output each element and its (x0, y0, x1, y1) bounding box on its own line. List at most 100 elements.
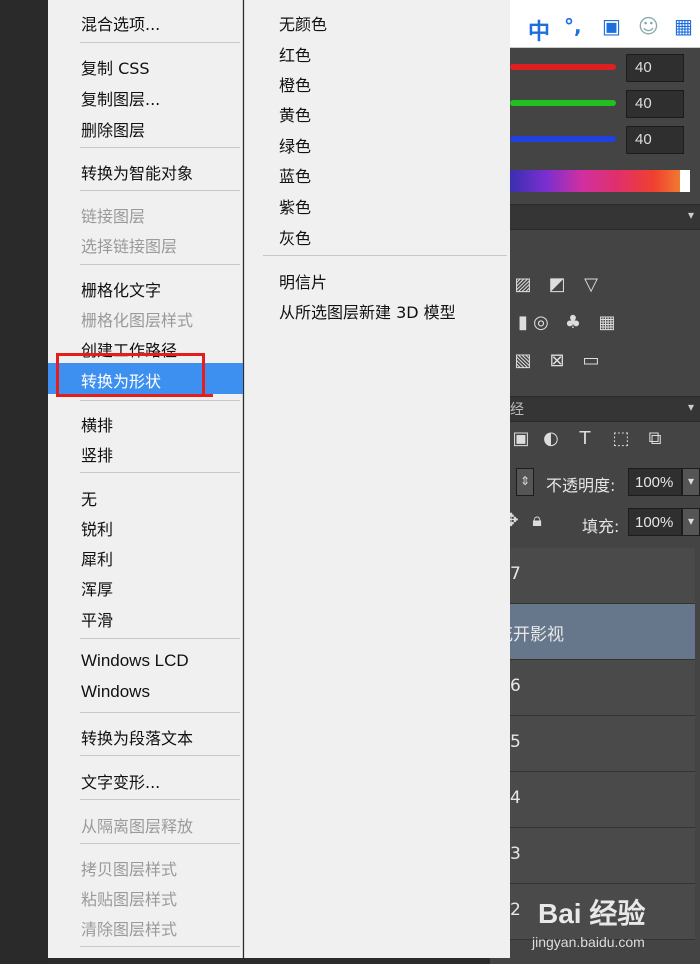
menu-item-horizontal[interactable]: 横排 (48, 407, 243, 437)
blend-mode-dropdown[interactable]: ⇕ (516, 468, 534, 496)
lookup-grid-icon[interactable]: ▦ (596, 312, 618, 334)
green-slider-row: 40 (510, 86, 700, 122)
image-filter-icon[interactable]: ▣ (510, 428, 532, 450)
menu-item-antialias-smooth[interactable]: 平滑 (48, 602, 243, 632)
ime-toolbar: 中 °, ▣ ☺ ▦ (490, 0, 700, 48)
layer-row[interactable]: 6 (490, 660, 695, 716)
opacity-field[interactable]: 100% (628, 468, 682, 496)
menu-item-gray[interactable]: 灰色 (245, 220, 511, 250)
shape-filter-icon[interactable]: ⬚ (610, 428, 632, 450)
menu-separator (80, 799, 240, 800)
menu-item-copy-css[interactable]: 复制 CSS (48, 50, 243, 80)
layer-row[interactable]: 4 (490, 772, 695, 828)
menu-separator (80, 472, 240, 473)
ime-punctuation-indicator[interactable]: °, (564, 14, 582, 38)
fill-label: 填充: (582, 517, 620, 536)
menu-item-convert-paragraph-text[interactable]: 转换为段落文本 (48, 720, 243, 750)
watermark-url: jingyan.baidu.com (532, 934, 645, 950)
threshold-icon[interactable]: ▧ (512, 350, 534, 372)
menu-item-green[interactable]: 绿色 (245, 128, 511, 158)
menu-separator (80, 946, 240, 947)
menu-item-warp-text[interactable]: 文字变形... (48, 764, 243, 794)
menu-separator (263, 255, 507, 256)
color-spectrum-bar[interactable] (510, 170, 690, 192)
menu-separator (80, 147, 240, 148)
annotation-mark (205, 394, 213, 397)
canvas-area (0, 0, 48, 964)
layer-row-selected[interactable]: 花开影视 (490, 604, 695, 660)
menu-item-red[interactable]: 红色 (245, 37, 511, 67)
layer-row[interactable]: 3 (490, 828, 695, 884)
menu-item-violet[interactable]: 紫色 (245, 189, 511, 219)
menu-item-antialias-strong[interactable]: 浑厚 (48, 571, 243, 601)
menu-item-windows[interactable]: Windows (48, 677, 243, 707)
menu-item-postcard[interactable]: 明信片 (245, 264, 511, 294)
menu-item-convert-smart-object[interactable]: 转换为智能对象 (48, 155, 243, 185)
camera-icon[interactable]: ◎ (530, 312, 552, 334)
menu-item-rasterize-type[interactable]: 栅格化文字 (48, 272, 243, 302)
menu-item-blending-options[interactable]: 混合选项... (48, 6, 243, 36)
menu-item-paste-layer-style: 粘贴图层样式 (81, 890, 178, 909)
green-slider[interactable] (510, 100, 616, 106)
layer-name: 4 (510, 788, 521, 808)
menu-item-new-3d-model[interactable]: 从所选图层新建 3D 模型 (245, 294, 511, 324)
selective-color-icon[interactable]: ⊠ (546, 350, 568, 372)
menu-item-orange[interactable]: 橙色 (245, 67, 511, 97)
menu-item-blue[interactable]: 蓝色 (245, 158, 511, 188)
blue-slider[interactable] (510, 136, 616, 142)
menu-item-convert-to-shape[interactable]: 转换为形状 (48, 363, 243, 394)
layer-row[interactable]: 5 (490, 716, 695, 772)
layers-panel-header: 经 ▾ (490, 396, 700, 422)
layer-row[interactable]: 7 (490, 548, 695, 604)
baidu-watermark: Bai 经验 jingyan.baidu.com (530, 886, 690, 956)
green-value-field[interactable]: 40 (626, 90, 684, 118)
menu-separator (80, 190, 240, 191)
triangle-icon[interactable]: ▽ (580, 274, 602, 296)
menu-item-clear-layer-style: 清除图层样式 (81, 920, 178, 939)
red-slider[interactable] (510, 64, 616, 70)
exposure-icon[interactable]: ◩ (546, 274, 568, 296)
menu-item-duplicate-layer[interactable]: 复制图层... (48, 81, 243, 111)
curves-icon[interactable]: ▨ (512, 274, 534, 296)
menu-item-no-color[interactable]: 无颜色 (245, 6, 511, 36)
menu-separator (80, 638, 240, 639)
fill-field[interactable]: 100% (628, 508, 682, 536)
mixer-icon[interactable]: ♣ (562, 312, 584, 334)
opacity-dropdown[interactable]: ▾ (682, 468, 700, 496)
menu-item-antialias-crisp[interactable]: 犀利 (48, 541, 243, 571)
menu-item-yellow[interactable]: 黄色 (245, 97, 511, 127)
adjustment-filter-icon[interactable]: ◐ (540, 428, 562, 450)
menu-item-antialias-none[interactable]: 无 (48, 481, 243, 511)
smart-object-filter-icon[interactable]: ⧉ (644, 428, 666, 450)
menu-separator (80, 42, 240, 43)
ime-language-indicator[interactable]: 中 (528, 14, 550, 46)
type-filter-icon[interactable]: T (574, 428, 596, 450)
blue-value-field[interactable]: 40 (626, 126, 684, 154)
adjustments-panel-header: ▾ (490, 204, 700, 230)
layer-context-menu: 混合选项... 复制 CSS 复制图层... 删除图层 转换为智能对象 链接图层… (48, 0, 243, 958)
menu-separator (80, 755, 240, 756)
fill-dropdown[interactable]: ▾ (682, 508, 700, 536)
panel-tab-fragment: 经 (510, 402, 524, 418)
lock-icon[interactable]: 🔒︎ (526, 510, 548, 532)
layer-name: 6 (510, 676, 521, 696)
layer-name: 5 (510, 732, 521, 752)
menu-item-vertical[interactable]: 竖排 (48, 437, 243, 467)
menu-item-delete-layer[interactable]: 删除图层 (48, 112, 243, 142)
gradient-map-icon[interactable]: ▭ (580, 350, 602, 372)
opacity-label: 不透明度: (546, 476, 616, 495)
panel-menu-icon[interactable]: ▾ (688, 208, 694, 222)
toolbox-icon[interactable]: ▣ (602, 14, 621, 38)
layer-name: 7 (510, 564, 521, 584)
menu-item-antialias-sharp[interactable]: 锐利 (48, 511, 243, 541)
grid-icon[interactable]: ▦ (674, 14, 693, 38)
layer-name: 2 (510, 900, 521, 920)
panel-menu-icon[interactable]: ▾ (688, 400, 694, 414)
red-value-field[interactable]: 40 (626, 54, 684, 82)
menu-item-link-layers: 链接图层 (81, 207, 146, 226)
menu-item-create-work-path[interactable]: 创建工作路径 (48, 332, 243, 362)
menu-item-rasterize-layer-style: 栅格化图层样式 (81, 311, 194, 330)
menu-item-windows-lcd[interactable]: Windows LCD (48, 646, 243, 676)
menu-item-select-linked-layers: 选择链接图层 (81, 237, 178, 256)
user-icon[interactable]: ☺ (638, 14, 659, 38)
